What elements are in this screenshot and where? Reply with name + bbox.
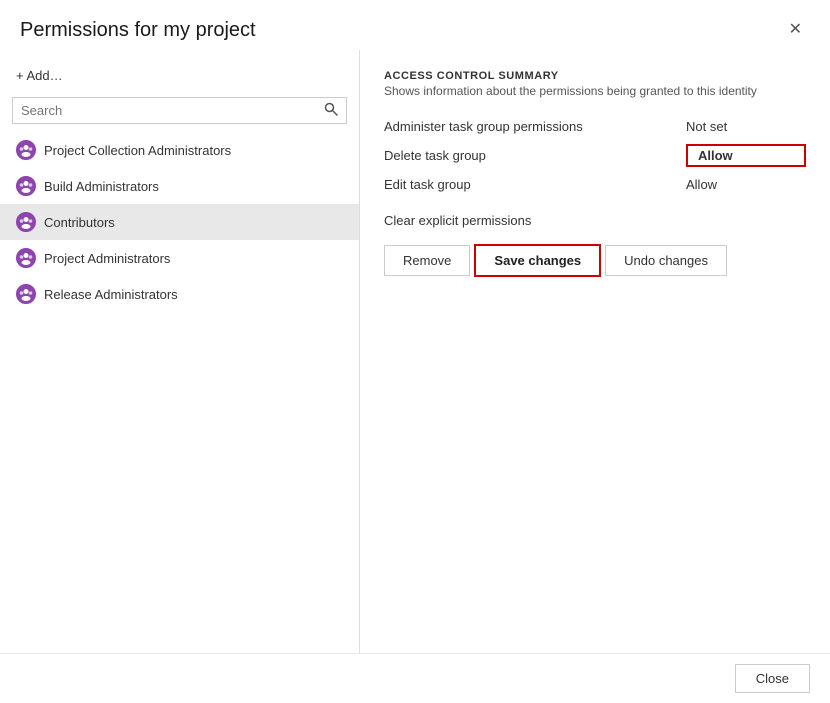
acs-title: ACCESS CONTROL SUMMARY: [384, 70, 806, 82]
undo-changes-button[interactable]: Undo changes: [605, 245, 727, 276]
group-icon: [16, 176, 36, 196]
perm-row: Edit task groupAllow: [384, 172, 806, 197]
group-item-label: Contributors: [44, 215, 115, 230]
group-list-item[interactable]: Release Administrators: [0, 276, 359, 312]
save-changes-button[interactable]: Save changes: [474, 244, 601, 277]
left-panel: + Add… Proj: [0, 50, 360, 653]
acs-subtitle: Shows information about the permissions …: [384, 84, 806, 98]
group-item-label: Release Administrators: [44, 287, 178, 302]
perm-value[interactable]: Allow: [686, 144, 806, 167]
group-item-label: Project Administrators: [44, 251, 170, 266]
remove-button[interactable]: Remove: [384, 245, 470, 276]
group-list-item[interactable]: Contributors: [0, 204, 359, 240]
perm-label: Delete task group: [384, 148, 686, 163]
search-input[interactable]: [13, 98, 316, 123]
dialog-close-button[interactable]: ✕: [781, 18, 810, 42]
footer-close-button[interactable]: Close: [735, 664, 810, 693]
permissions-table: Administer task group permissionsNot set…: [384, 114, 806, 197]
perm-value: Allow: [686, 177, 806, 192]
search-icon-button[interactable]: [316, 98, 346, 123]
dialog-footer: Close: [0, 653, 830, 703]
group-icon: [16, 248, 36, 268]
dialog-body: + Add… Proj: [0, 50, 830, 653]
group-list-item[interactable]: Project Administrators: [0, 240, 359, 276]
dialog: Permissions for my project ✕ + Add…: [0, 0, 830, 703]
group-list-item[interactable]: Project Collection Administrators: [0, 132, 359, 168]
group-icon: [16, 140, 36, 160]
right-panel: ACCESS CONTROL SUMMARY Shows information…: [360, 50, 830, 653]
perm-label: Edit task group: [384, 177, 686, 192]
perm-value: Not set: [686, 119, 806, 134]
perm-row: Administer task group permissionsNot set: [384, 114, 806, 139]
clear-explicit-label: Clear explicit permissions: [384, 213, 806, 228]
group-list-item[interactable]: Build Administrators: [0, 168, 359, 204]
perm-label: Administer task group permissions: [384, 119, 686, 134]
group-icon: [16, 212, 36, 232]
action-buttons: Remove Save changes Undo changes: [384, 244, 806, 277]
group-list: Project Collection Administrators Build …: [0, 132, 359, 643]
group-icon: [16, 284, 36, 304]
dialog-title: Permissions for my project: [20, 19, 256, 42]
perm-row: Delete task groupAllow: [384, 139, 806, 172]
group-item-label: Project Collection Administrators: [44, 143, 231, 158]
dialog-header: Permissions for my project ✕: [0, 0, 830, 50]
search-icon: [324, 102, 338, 116]
add-button[interactable]: + Add…: [0, 60, 359, 91]
search-box: [12, 97, 347, 124]
group-item-label: Build Administrators: [44, 179, 159, 194]
